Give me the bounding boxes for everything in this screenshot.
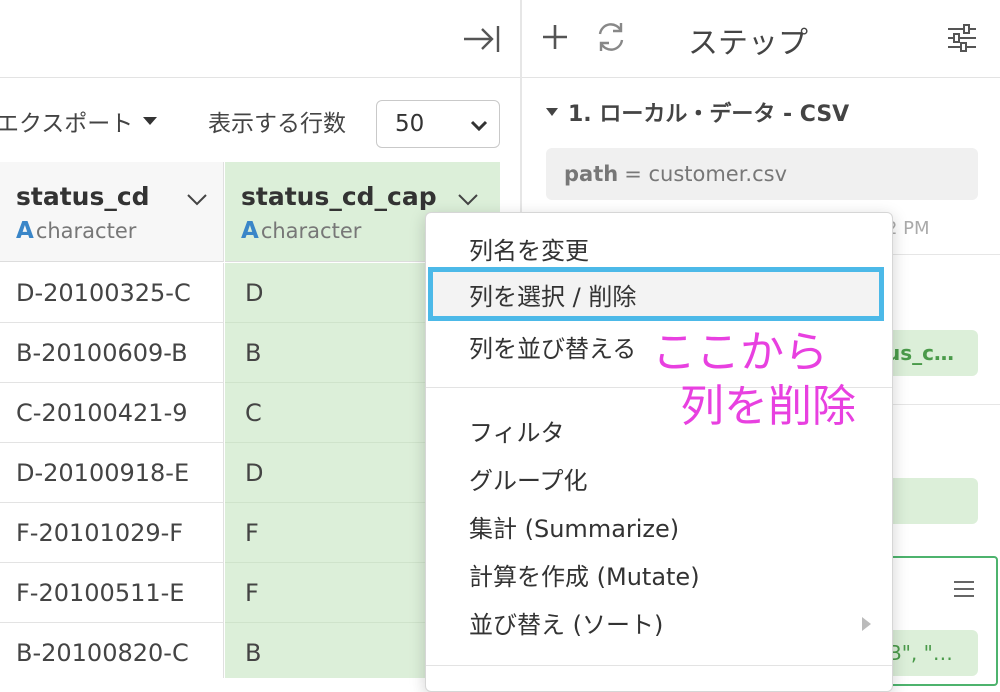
- export-label: エクスポート: [0, 111, 134, 137]
- menu-item-sort[interactable]: 並び替え (ソート): [469, 605, 663, 640]
- cell-status-cd[interactable]: C-20100421-9: [0, 383, 224, 443]
- collapse-panel-icon[interactable]: [462, 22, 502, 56]
- menu-item-summarize[interactable]: 集計 (Summarize): [469, 509, 679, 544]
- menu-item-rename-column[interactable]: 列名を変更: [469, 231, 589, 266]
- hamburger-menu-icon[interactable]: [952, 578, 976, 600]
- steps-title: ステップ: [688, 26, 808, 61]
- menu-item-reorder-columns[interactable]: 列を並び替える: [469, 329, 636, 364]
- cell-status-cd[interactable]: F-20100511-E: [0, 563, 224, 623]
- column-name: status_cd: [16, 182, 150, 211]
- expand-triangle-icon: [546, 108, 558, 116]
- cell-status-cd[interactable]: D-20100325-C: [0, 263, 224, 323]
- settings-sliders-icon[interactable]: [946, 22, 978, 54]
- rows-select[interactable]: 50: [376, 100, 500, 148]
- add-step-icon[interactable]: [540, 22, 570, 52]
- annotation-line-1: ここから: [652, 327, 828, 378]
- chevron-down-icon: [470, 120, 488, 132]
- menu-item-group-by[interactable]: グループ化: [469, 461, 588, 496]
- cell-status-cd[interactable]: F-20101029-F: [0, 503, 224, 563]
- menu-item-mutate[interactable]: 計算を作成 (Mutate): [469, 557, 700, 592]
- character-type-icon: A: [241, 218, 259, 244]
- annotation-line-2: 列を削除: [680, 381, 856, 432]
- path-key: path: [564, 162, 619, 186]
- column-name: status_cd_cap: [241, 182, 437, 211]
- cell-status-cd[interactable]: D-20100918-E: [0, 443, 224, 503]
- step-1-header[interactable]: 1. ローカル・データ - CSV: [546, 96, 849, 128]
- step-1-path: path = customer.csv: [546, 148, 978, 200]
- submenu-arrow-icon: [862, 617, 871, 631]
- menu-item-filter[interactable]: フィルタ: [469, 413, 565, 448]
- column-header-status-cd[interactable]: status_cd Acharacter: [0, 162, 224, 262]
- step-1-label: 1. ローカル・データ - CSV: [568, 102, 850, 127]
- column-type-label: character: [260, 219, 362, 243]
- menu-item-select-delete-columns[interactable]: 列を選択 / 削除: [426, 268, 886, 320]
- column-type-label: character: [35, 219, 137, 243]
- character-type-icon: A: [16, 218, 34, 244]
- rows-select-value: 50: [395, 111, 425, 137]
- steps-header: ステップ: [522, 0, 1000, 78]
- annotation-text: ここから 列を削除: [652, 326, 856, 434]
- data-panel-header: [0, 0, 520, 78]
- menu-separator: [426, 665, 892, 666]
- caret-down-icon: [143, 117, 158, 125]
- column-type: Acharacter: [241, 218, 361, 244]
- column-menu-chevron-icon[interactable]: [186, 188, 208, 210]
- path-value: = customer.csv: [624, 162, 788, 186]
- export-dropdown[interactable]: エクスポート: [0, 104, 158, 138]
- column-type: Acharacter: [16, 218, 136, 244]
- rows-label: 表示する行数: [208, 111, 346, 137]
- cell-status-cd[interactable]: B-20100820-C: [0, 623, 224, 678]
- cell-status-cd[interactable]: B-20100609-B: [0, 323, 224, 383]
- refresh-icon[interactable]: [594, 20, 628, 54]
- column-menu-chevron-icon[interactable]: [457, 188, 479, 210]
- column-context-menu: 列名を変更 列を選択 / 削除 列を並び替える フィルタ グループ化 集計 (S…: [425, 212, 893, 692]
